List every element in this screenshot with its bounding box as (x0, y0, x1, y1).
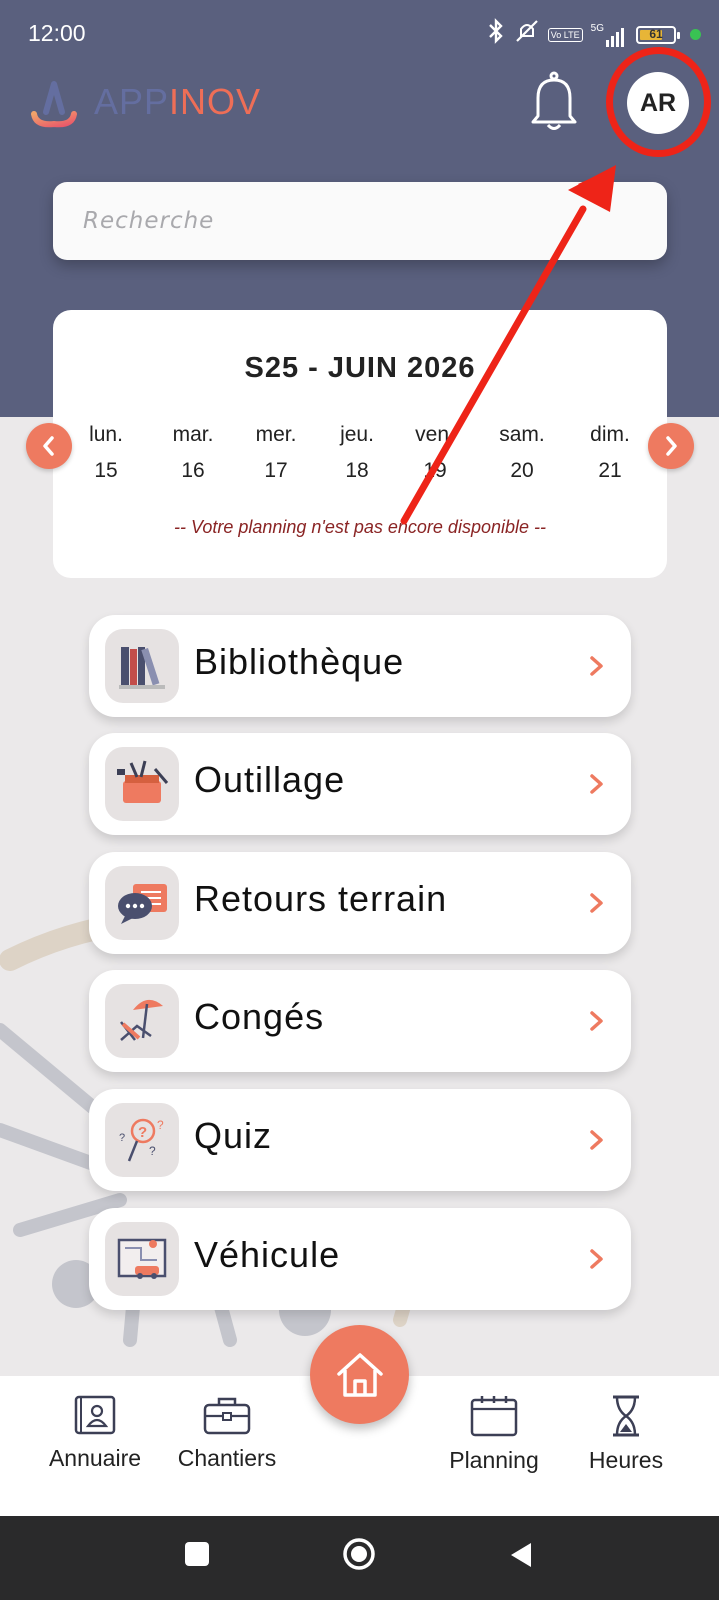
battery-icon: 61 (636, 25, 680, 44)
status-icons: Vo LTE 5G 61 (486, 18, 701, 51)
planning-unavailable-message: -- Votre planning n'est pas encore dispo… (174, 517, 546, 537)
day-name: dim. (590, 423, 630, 446)
menu-item-conges[interactable]: Congés (89, 970, 631, 1072)
status-bar: 12:00 Vo LTE 5G 61 (0, 0, 719, 66)
day-date: 20 (510, 459, 534, 482)
tab-label: Chantiers (177, 1445, 277, 1471)
calendar-day[interactable]: dim. 21 (570, 423, 650, 483)
hourglass-icon (613, 1395, 639, 1437)
menu-item-label: Congés (194, 996, 325, 1037)
chevron-right-icon (666, 436, 677, 456)
calendar-day[interactable]: mar. 16 (153, 423, 233, 483)
tab-chantiers[interactable]: Chantiers (169, 1394, 285, 1472)
home-button[interactable] (310, 1325, 409, 1424)
svg-text:?: ? (149, 1144, 156, 1158)
calendar-week-title: S25 - JUIN 2026 (244, 352, 476, 384)
chevron-right-icon (590, 1011, 603, 1031)
calendar-day[interactable]: sam. 20 (482, 423, 562, 483)
tab-annuaire[interactable]: Annuaire (42, 1394, 148, 1472)
menu-item-vehicule[interactable]: Véhicule (89, 1208, 631, 1310)
search-input[interactable]: Recherche (53, 182, 667, 260)
volte-icon: Vo LTE (547, 27, 583, 42)
day-date: 19 (423, 459, 447, 482)
tab-label: Planning (449, 1447, 539, 1473)
chat-bubbles-icon (105, 866, 179, 940)
status-time: 12:00 (28, 20, 86, 46)
quiz-icon: ? ? ? ? (105, 1103, 179, 1177)
menu-item-bibliotheque[interactable]: Bibliothèque (89, 615, 631, 717)
app-logo: APPINOV (28, 76, 261, 128)
chevron-right-icon (590, 1249, 603, 1269)
calendar-day[interactable]: ven. 19 (395, 423, 475, 483)
briefcase-icon (203, 1397, 251, 1435)
battery-level: 61 (649, 26, 663, 41)
day-name: sam. (499, 423, 545, 446)
previous-week-button[interactable] (26, 423, 72, 469)
logo-text-inov: INOV (169, 81, 262, 122)
day-name: mar. (172, 423, 214, 446)
day-date: 15 (94, 459, 118, 482)
chevron-right-icon (590, 893, 603, 913)
tab-label: Annuaire (48, 1445, 142, 1471)
svg-text:?: ? (138, 1124, 147, 1141)
toolbox-icon (105, 747, 179, 821)
beach-chair-icon (105, 984, 179, 1058)
day-date: 16 (181, 459, 205, 482)
tab-planning[interactable]: Planning (442, 1394, 546, 1474)
menu-item-label: Outillage (194, 759, 346, 800)
menu-item-retours-terrain[interactable]: Retours terrain (89, 852, 631, 954)
svg-text:?: ? (157, 1118, 164, 1132)
network-type-label: 5G (590, 22, 604, 34)
calendar-day[interactable]: lun. 15 (66, 423, 146, 483)
next-week-button[interactable] (648, 423, 694, 469)
day-date: 21 (598, 459, 622, 482)
signal-icon: 5G (591, 23, 624, 47)
chevron-right-icon (590, 656, 603, 676)
menu-item-label: Véhicule (194, 1234, 341, 1275)
tab-label: Heures (588, 1447, 664, 1473)
bluetooth-icon (486, 18, 506, 51)
notifications-bell-icon[interactable] (528, 70, 580, 132)
calendar-days-row: lun. 15 mar. 16 mer. 17 jeu. 18 ven. 19 … (53, 423, 667, 493)
menu-item-label: Quiz (194, 1115, 273, 1156)
calendar-day[interactable]: jeu. 18 (317, 423, 397, 483)
privacy-indicator-dot (690, 29, 701, 40)
home-icon (336, 1352, 383, 1397)
logo-text: APPINOV (94, 81, 261, 123)
day-date: 17 (264, 459, 288, 482)
day-name: jeu. (340, 423, 374, 446)
back-icon[interactable] (507, 1540, 535, 1570)
books-icon (105, 629, 179, 703)
calendar-icon (470, 1396, 518, 1437)
logo-text-app: APP (94, 81, 170, 122)
system-home-icon[interactable] (341, 1536, 377, 1572)
chevron-right-icon (590, 1130, 603, 1150)
day-name: lun. (89, 423, 123, 446)
system-navigation-bar (0, 1516, 719, 1600)
menu-item-label: Bibliothèque (194, 641, 405, 682)
search-placeholder: Recherche (83, 208, 215, 234)
day-date: 18 (345, 459, 369, 482)
mute-vibrate-icon (514, 18, 540, 51)
calendar-day[interactable]: mer. 17 (236, 423, 316, 483)
tab-heures[interactable]: Heures (582, 1394, 670, 1474)
menu-item-label: Retours terrain (194, 878, 448, 919)
week-calendar-card: S25 - JUIN 2026 lun. 15 mar. 16 mer. 17 … (53, 310, 667, 578)
day-name: ven. (415, 423, 455, 446)
svg-text:?: ? (119, 1132, 125, 1144)
day-name: mer. (255, 423, 297, 446)
menu-item-quiz[interactable]: ? ? ? ? Quiz (89, 1089, 631, 1191)
contact-card-icon (74, 1395, 116, 1435)
menu-item-outillage[interactable]: Outillage (89, 733, 631, 835)
annotation-circle (606, 47, 711, 157)
vehicle-map-icon (105, 1222, 179, 1296)
chevron-left-icon (43, 436, 54, 456)
logo-icon (31, 81, 77, 128)
recent-apps-icon[interactable] (183, 1540, 211, 1568)
chevron-right-icon (590, 774, 603, 794)
